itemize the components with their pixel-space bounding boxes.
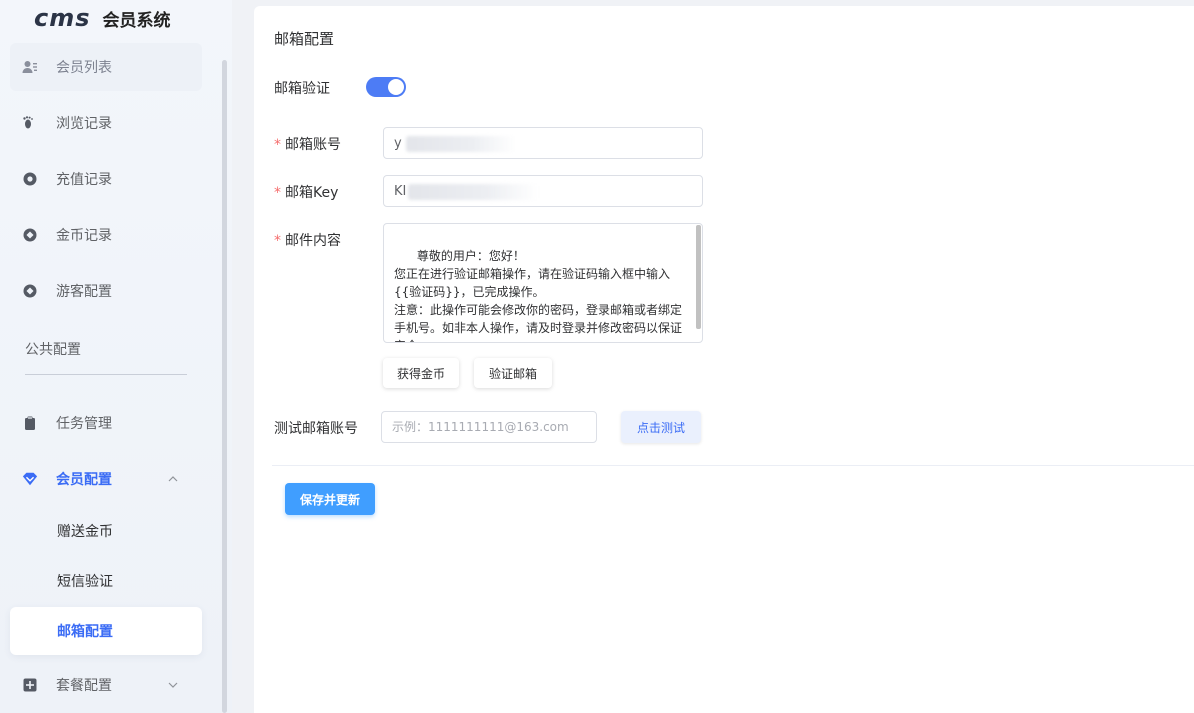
footprint-icon xyxy=(22,115,38,131)
test-email-input[interactable] xyxy=(381,411,597,443)
redacted-blur xyxy=(406,136,516,152)
sidebar-item-member-list[interactable]: 会员列表 xyxy=(10,43,202,91)
app-root: cms 会员系统 会员列表 浏览记录 充值记录 金币记录 游客配置 公共配置 任… xyxy=(0,0,1194,713)
sidebar-item-label: 浏览记录 xyxy=(56,116,112,132)
sidebar-subitem-label: 赠送金币 xyxy=(57,524,113,540)
logo: cms 会员系统 xyxy=(34,4,171,32)
account-label-row: * 邮箱账号 xyxy=(274,134,341,154)
sidebar-item-label: 充值记录 xyxy=(56,172,112,188)
app-title: 会员系统 xyxy=(102,10,171,31)
main-card: 邮箱配置 邮箱验证 * 邮箱账号 y * 邮箱Key KI * 邮件内容 尊敬的用户：… xyxy=(254,6,1194,713)
sidebar-item-package-config[interactable]: 套餐配置 xyxy=(10,661,202,709)
email-account-field[interactable]: y xyxy=(383,127,703,159)
sidebar-item-label: 任务管理 xyxy=(56,416,112,432)
logo-mark: cms xyxy=(34,4,91,32)
recharge-icon xyxy=(22,171,38,187)
email-verify-label: 邮箱验证 xyxy=(274,81,330,97)
sidebar-item-label: 套餐配置 xyxy=(56,678,112,694)
sidebar-subitem-label: 短信验证 xyxy=(57,574,113,590)
toggle-knob xyxy=(388,79,404,95)
chevron-down-icon xyxy=(168,680,178,691)
visitor-icon xyxy=(22,283,38,299)
sidebar-subitem-sms-verify[interactable]: 短信验证 xyxy=(10,557,202,605)
sidebar-item-recharge-history[interactable]: 充值记录 xyxy=(10,155,202,203)
email-content-value: 尊敬的用户：您好！ 您正在进行验证邮箱操作，请在验证码输入框中输入{{验证码}}… xyxy=(394,249,683,342)
email-content-textarea[interactable]: 尊敬的用户：您好！ 您正在进行验证邮箱操作，请在验证码输入框中输入{{验证码}}… xyxy=(383,223,703,343)
sidebar-item-task-management[interactable]: 任务管理 xyxy=(10,399,202,447)
form-divider xyxy=(272,465,1194,466)
redacted-blur xyxy=(408,184,538,200)
sidebar: cms 会员系统 会员列表 浏览记录 充值记录 金币记录 游客配置 公共配置 任… xyxy=(0,0,232,713)
plus-square-icon xyxy=(22,677,38,693)
click-test-button[interactable]: 点击测试 xyxy=(621,411,701,443)
key-label-row: * 邮箱Key xyxy=(274,182,338,202)
page-title: 邮箱配置 xyxy=(274,30,335,48)
sidebar-item-label: 会员列表 xyxy=(56,60,112,76)
email-key-value: KI xyxy=(394,183,407,199)
sidebar-item-label: 金币记录 xyxy=(56,228,112,244)
user-list-icon xyxy=(22,59,38,75)
sidebar-item-label: 会员配置 xyxy=(56,472,112,488)
sidebar-scrollbar[interactable] xyxy=(222,60,227,713)
chevron-up-icon xyxy=(168,474,178,485)
sidebar-divider xyxy=(25,374,187,375)
sidebar-subitem-label: 邮箱配置 xyxy=(57,624,113,640)
required-marker: * xyxy=(274,233,281,249)
sidebar-group-label: 公共配置 xyxy=(25,342,81,358)
coin-icon xyxy=(22,227,38,243)
content-label: 邮件内容 xyxy=(285,233,341,249)
save-update-button[interactable]: 保存并更新 xyxy=(285,483,375,515)
sidebar-subitem-gift-coins[interactable]: 赠送金币 xyxy=(10,507,202,555)
sidebar-item-label: 游客配置 xyxy=(56,284,112,300)
textarea-scrollbar[interactable] xyxy=(696,225,701,329)
email-verify-toggle[interactable] xyxy=(366,77,406,97)
content-label-row: * 邮件内容 xyxy=(274,230,341,250)
sidebar-item-coin-history[interactable]: 金币记录 xyxy=(10,211,202,259)
email-key-field[interactable]: KI xyxy=(383,175,703,207)
email-account-value: y xyxy=(394,135,402,151)
sidebar-item-member-config[interactable]: 会员配置 xyxy=(10,455,202,503)
clipboard-icon xyxy=(22,415,38,431)
get-coins-button[interactable]: 获得金币 xyxy=(383,358,459,388)
sidebar-item-visitor-config[interactable]: 游客配置 xyxy=(10,267,202,315)
key-label: 邮箱Key xyxy=(285,185,339,201)
required-marker: * xyxy=(274,185,281,201)
verify-email-button[interactable]: 验证邮箱 xyxy=(474,358,552,388)
required-marker: * xyxy=(274,137,281,153)
test-email-label: 测试邮箱账号 xyxy=(274,421,358,437)
sidebar-item-browse-history[interactable]: 浏览记录 xyxy=(10,99,202,147)
sidebar-subitem-email-config[interactable]: 邮箱配置 xyxy=(10,607,202,655)
diamond-icon xyxy=(22,471,38,487)
account-label: 邮箱账号 xyxy=(285,137,341,153)
